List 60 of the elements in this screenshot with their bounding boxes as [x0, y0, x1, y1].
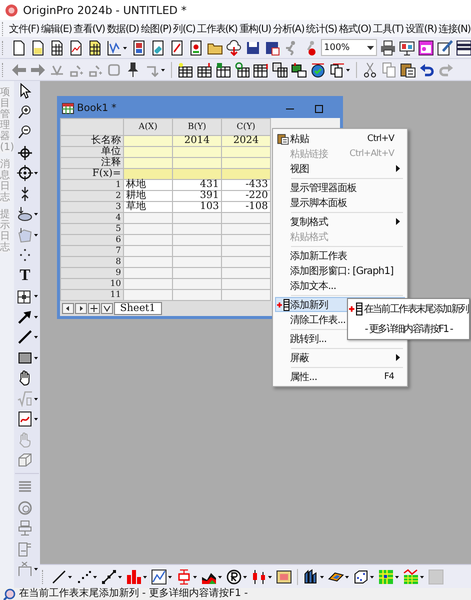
menu-item[interactable]: 视图: [275, 161, 405, 176]
sheet-tab[interactable]: Sheet1: [114, 302, 162, 315]
menu-item[interactable]: 显示管理器面板: [275, 180, 405, 195]
table-cell: 2024: [222, 136, 270, 146]
row-label: 单位: [60, 146, 124, 158]
menu-item[interactable]: 编辑(E): [40, 22, 73, 36]
menu-item[interactable]: 分析(A): [272, 22, 306, 36]
row-number: 1: [60, 180, 124, 190]
row-label: 长名称: [60, 136, 124, 146]
menu-item[interactable]: 查看(V): [72, 22, 106, 36]
table-cell: -220: [222, 190, 270, 202]
menu-item[interactable]: 连接(N): [438, 22, 471, 36]
menu-item[interactable]: 添加图形窗口: [Graph1]: [275, 263, 405, 278]
menu-item[interactable]: 工具(T): [372, 22, 404, 36]
menu-item[interactable]: 重构(U): [238, 22, 272, 36]
menu-item[interactable]: 数据(D): [106, 22, 140, 36]
table-cell: 2014: [172, 136, 222, 146]
menu-item[interactable]: 屏蔽: [275, 350, 405, 365]
status-text: 在当前工作表末尾添加新列 - 更多详细内容请按F1 -: [19, 588, 248, 600]
column-header[interactable]: A(X): [124, 118, 172, 136]
row-label: F(x)=: [60, 168, 124, 180]
row-number: 6: [60, 234, 124, 246]
menu-item[interactable]: 复制格式: [275, 214, 405, 229]
menu-item[interactable]: 粘贴 Ctrl+V: [275, 131, 405, 146]
column-header[interactable]: C(Y): [222, 118, 270, 136]
table-cell: 耕地: [124, 190, 172, 202]
column-header[interactable]: B(Y): [172, 118, 222, 136]
row-number: 3: [60, 202, 124, 212]
table-cell: 草地: [124, 202, 172, 212]
table-cell: 391: [172, 190, 222, 202]
menu-item[interactable]: 属性... F4: [275, 369, 405, 384]
row-number: 7: [60, 246, 124, 256]
row-number: 5: [60, 224, 124, 234]
table-cell: -433: [222, 180, 270, 190]
row-number: 10: [60, 278, 124, 290]
window-title: OriginPro 2024b - UNTITLED *: [23, 4, 187, 16]
menu-item[interactable]: 文件(F): [8, 22, 40, 36]
text-tool-icon[interactable]: T: [17, 268, 33, 284]
menu-item[interactable]: 显示脚本面板: [275, 195, 405, 210]
tooltip-hint: - 更多详细内容请按F1 -: [364, 322, 452, 336]
menu-item[interactable]: 格式(O): [338, 22, 372, 36]
row-number: 8: [60, 256, 124, 268]
workbook-title: Book1 *: [77, 103, 118, 114]
menu-item[interactable]: 绘图(P): [140, 22, 172, 36]
row-number: 9: [60, 268, 124, 278]
menu-item[interactable]: 工作表(K): [196, 22, 238, 36]
row-label: 注释: [60, 158, 124, 168]
table-cell: -108: [222, 202, 270, 212]
row-number: 11: [60, 290, 124, 300]
menu-item[interactable]: 设置(R): [404, 22, 438, 36]
table-cell: 林地: [124, 180, 172, 190]
zoom-combo[interactable]: 100%: [321, 39, 377, 56]
table-cell: 103: [172, 202, 222, 212]
menu-item[interactable]: 列(C): [172, 22, 196, 36]
menu-item[interactable]: 统计(S): [305, 22, 338, 36]
menu-item[interactable]: 添加文本...: [275, 278, 405, 293]
table-cell: 431: [172, 180, 222, 190]
menu-item[interactable]: 添加新工作表: [275, 248, 405, 263]
row-number: 2: [60, 190, 124, 202]
row-number: 4: [60, 212, 124, 224]
